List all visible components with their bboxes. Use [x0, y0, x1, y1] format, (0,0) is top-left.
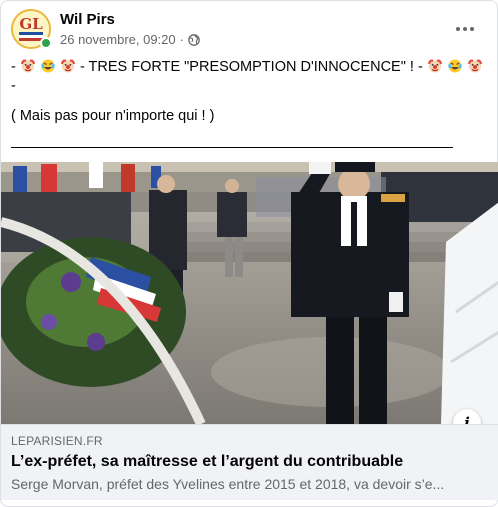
- clown-face-icon: [60, 59, 75, 73]
- post-text: - - TRES FORTE "PRESOMPTION D'INNOCENCE"…: [11, 58, 489, 126]
- post-header: GL Wil Pirs 26 novembre, 09:20 ·: [11, 9, 489, 51]
- post-text-line: -: [11, 78, 16, 94]
- clown-face-icon: [20, 59, 35, 73]
- link-domain: LEPARISIEN.FR: [11, 434, 103, 448]
- clown-face-icon: [467, 59, 482, 73]
- text-underline-divider: [11, 147, 453, 148]
- post-text-line: - - TRES FORTE "PRESOMPTION D'INNOCENCE"…: [11, 58, 489, 77]
- more-options-icon: [456, 27, 460, 31]
- post-text-fragment: - TRES FORTE "PRESOMPTION D'INNOCENCE" !…: [75, 59, 427, 75]
- post-text-spacer: [11, 96, 489, 107]
- clown-face-icon: [427, 59, 442, 73]
- post-text-fragment: -: [11, 59, 20, 75]
- meta-separator: ·: [179, 32, 184, 47]
- more-options-dot: [463, 27, 467, 31]
- link-title[interactable]: L’ex-préfet, sa maîtresse et l’argent du…: [11, 453, 403, 471]
- post-text-line: ( Mais pas pour n'importe qui ! ): [11, 108, 215, 124]
- more-options-dot: [470, 27, 474, 31]
- post-meta: 26 novembre, 09:20 ·: [60, 32, 200, 47]
- online-status-badge: [40, 37, 52, 49]
- avatar[interactable]: GL: [11, 9, 52, 49]
- post-timestamp[interactable]: 26 novembre, 09:20: [60, 32, 176, 47]
- post-card: GL Wil Pirs 26 novembre, 09:20 · - - TRE…: [0, 0, 498, 507]
- rolling-laughing-icon: [41, 59, 55, 73]
- link-description: Serge Morvan, préfet des Yvelines entre …: [11, 476, 445, 492]
- rolling-laughing-icon: [448, 59, 462, 73]
- globe-icon: [188, 33, 200, 46]
- svg-text:GL: GL: [19, 15, 43, 33]
- link-preview[interactable]: LEPARISIEN.FR L’ex-préfet, sa maîtresse …: [1, 424, 498, 500]
- link-preview-image[interactable]: [1, 162, 498, 424]
- author-name[interactable]: Wil Pirs: [60, 11, 115, 28]
- more-options-button[interactable]: [449, 13, 481, 45]
